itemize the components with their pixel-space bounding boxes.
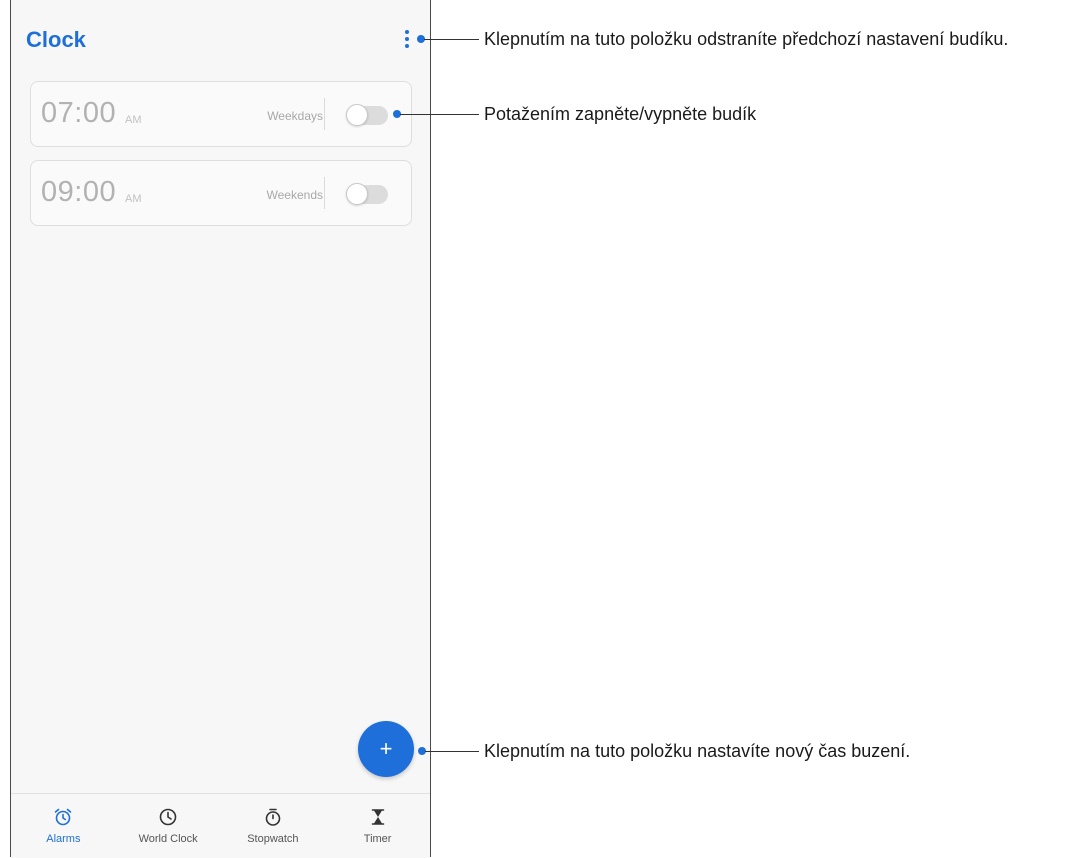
callout-line xyxy=(425,751,479,752)
tab-label: Timer xyxy=(363,833,392,845)
toggle-knob xyxy=(346,104,368,126)
hourglass-icon xyxy=(371,809,384,825)
tab-label: Stopwatch xyxy=(247,833,299,845)
divider xyxy=(324,177,325,209)
alarm-item[interactable]: 07:00 AM Weekdays xyxy=(30,81,412,147)
stopwatch-icon xyxy=(265,808,281,826)
clock-app-screen: Clock 07:00 AM Weekdays 09:00 AM Weekend… xyxy=(10,0,431,858)
callout-line xyxy=(400,114,479,115)
alarm-ampm: AM xyxy=(125,114,142,126)
divider xyxy=(324,98,325,130)
alarm-time: 09:00 xyxy=(41,176,117,208)
tab-stopwatch[interactable]: Stopwatch xyxy=(221,794,326,858)
callout-add-text: Klepnutím na tuto položku nastavíte nový… xyxy=(484,741,911,761)
alarm-repeat: Weekdays xyxy=(267,109,323,123)
toggle-knob xyxy=(346,183,368,205)
alarm-toggle[interactable] xyxy=(346,104,388,126)
alarm-time: 07:00 xyxy=(41,97,117,129)
alarm-repeat: Weekends xyxy=(266,188,323,202)
app-title: Clock xyxy=(26,27,86,52)
alarm-toggle[interactable] xyxy=(346,183,388,205)
callout-line xyxy=(424,39,479,40)
tab-label: Alarms xyxy=(46,833,81,845)
tab-world-clock[interactable]: World Clock xyxy=(116,794,221,858)
more-options-icon[interactable] xyxy=(400,28,414,50)
alarm-item[interactable]: 09:00 AM Weekends xyxy=(30,160,412,226)
alarm-icon xyxy=(55,808,72,826)
clock-icon xyxy=(159,808,177,826)
callout-toggle-text: Potažením zapněte/vypněte budík xyxy=(484,104,757,124)
tab-alarms[interactable]: Alarms xyxy=(11,794,116,858)
add-alarm-button[interactable]: + xyxy=(358,721,414,777)
tab-timer[interactable]: Timer xyxy=(325,794,430,858)
bottom-navigation: Alarms World Clock Stopwatch Timer xyxy=(11,793,430,858)
alarm-ampm: AM xyxy=(125,193,142,205)
callout-menu-text: Klepnutím na tuto položku odstraníte pře… xyxy=(484,29,1009,49)
tab-label: World Clock xyxy=(138,833,198,845)
